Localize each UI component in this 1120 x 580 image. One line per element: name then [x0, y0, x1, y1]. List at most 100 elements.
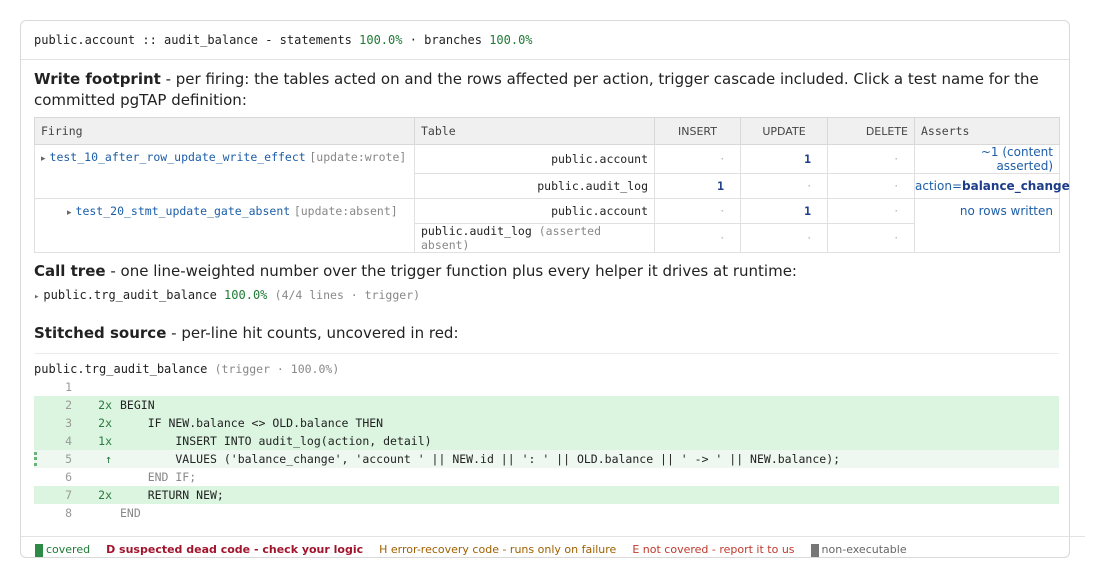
- code-text: BEGIN: [120, 398, 155, 412]
- update-count: 1: [740, 144, 828, 174]
- line-number: 7: [65, 488, 72, 502]
- legend-not-covered: E not covered - report it to us: [632, 543, 795, 557]
- write-footprint-table: Firing Table INSERT UPDATE DELETE Assert…: [34, 117, 1070, 253]
- line-number: 6: [65, 470, 72, 484]
- source-line: 1: [34, 378, 1059, 396]
- delete-count: ·: [827, 223, 915, 253]
- firing-tag: [update:wrote]: [309, 150, 407, 164]
- test-link[interactable]: test_20_stmt_update_gate_absent: [76, 204, 291, 218]
- legend-covered: covered: [35, 543, 90, 557]
- nonexec-swatch: [810, 543, 819, 557]
- code-text: RETURN NEW;: [120, 488, 224, 502]
- hit-count: 2x: [98, 398, 112, 412]
- footprint-title: Write footprint: [34, 70, 161, 88]
- calltree-heading: Call tree - one line-weighted number ove…: [34, 261, 797, 282]
- code-text: END IF;: [120, 470, 197, 484]
- source-heading: Stitched source - per-line hit counts, u…: [34, 323, 459, 344]
- col-table: Table: [414, 117, 655, 145]
- target-name: public.account :: audit_balance: [34, 33, 258, 47]
- update-count: ·: [740, 223, 828, 253]
- source-line: 8 END: [34, 504, 1059, 522]
- continuation-marker: [34, 452, 40, 466]
- source-line: 5 ↑ VALUES ('balance_change', 'account ' …: [34, 450, 1059, 468]
- asserts-cell: action=balance_change: [914, 173, 1070, 199]
- code-text: END: [120, 506, 141, 520]
- legend-dead: D suspected dead code - check your logic: [106, 543, 364, 557]
- calltree-detail: (4/4 lines · trigger): [274, 288, 421, 302]
- calltree-fn: public.trg_audit_balance: [43, 288, 217, 302]
- col-insert: INSERT: [654, 117, 741, 145]
- caret-right-icon[interactable]: ▸: [41, 154, 46, 164]
- table-name: public.account: [414, 144, 655, 174]
- line-number: 2: [65, 398, 72, 412]
- legend-nonexec-label: non-executable: [821, 543, 907, 556]
- source-line: 7 2x RETURN NEW;: [34, 486, 1059, 504]
- col-delete: DELETE: [827, 117, 915, 145]
- caret-right-icon[interactable]: ▸: [67, 208, 72, 218]
- code-text: IF NEW.balance <> OLD.balance THEN: [120, 416, 384, 430]
- statements-pct: 100.0%: [359, 33, 403, 47]
- calltree-pct: 100.0%: [224, 288, 268, 302]
- update-count: 1: [740, 198, 828, 224]
- source-line: 2 2x BEGIN: [34, 396, 1059, 414]
- hit-count: ↑: [105, 452, 112, 466]
- col-asserts: Asserts: [914, 117, 1060, 145]
- col-firing: Firing: [34, 117, 415, 145]
- update-count: ·: [740, 173, 828, 199]
- legend: covered D suspected dead code - check yo…: [21, 536, 1085, 557]
- code-text: VALUES ('balance_change', 'account ' || …: [120, 452, 841, 466]
- header-sep-2: · branches: [402, 33, 490, 47]
- branches-pct: 100.0%: [489, 33, 533, 47]
- asserts-cell: ~1 (content asserted): [914, 144, 1060, 174]
- line-number: 3: [65, 416, 72, 430]
- source-title: Stitched source: [34, 324, 167, 342]
- firing-cell: ▸ test_10_after_row_update_write_effect […: [34, 144, 415, 199]
- asserts-cell: no rows written: [914, 198, 1060, 253]
- test-link[interactable]: test_10_after_row_update_write_effect: [50, 150, 306, 164]
- table-name: public.audit_log (asserted absent): [414, 223, 655, 253]
- caret-right-icon[interactable]: ▸: [34, 292, 39, 302]
- footprint-heading: Write footprint - per firing: the tables…: [34, 69, 1054, 111]
- delete-count: ·: [827, 198, 915, 224]
- insert-count: ·: [654, 198, 741, 224]
- source-file-header: public.trg_audit_balance (trigger · 100.…: [34, 353, 1059, 376]
- table-name: public.audit_log: [414, 173, 655, 199]
- calltree-title: Call tree: [34, 262, 106, 280]
- footprint-desc: - per firing: the tables acted on and th…: [34, 70, 1039, 109]
- firing-cell: ▸ test_20_stmt_update_gate_absent [update…: [34, 198, 415, 253]
- source-listing: 1 2 2x BEGIN 3 2x IF NEW.balance <> OLD.balan…: [34, 378, 1059, 522]
- insert-count: ·: [654, 223, 741, 253]
- table-row: ▸ test_20_stmt_update_gate_absent [update…: [34, 198, 1060, 253]
- delete-count: ·: [827, 173, 915, 199]
- coverage-report-card: public.account :: audit_balance - statem…: [20, 20, 1085, 558]
- insert-count: 1: [654, 173, 741, 199]
- table-header-row: Firing Table INSERT UPDATE DELETE Assert…: [34, 117, 1060, 145]
- table-name: public.account: [414, 198, 655, 224]
- col-update: UPDATE: [740, 117, 828, 145]
- report-header: public.account :: audit_balance - statem…: [21, 21, 1069, 60]
- covered-swatch: [35, 543, 43, 557]
- legend-error: H error-recovery code - runs only on fai…: [379, 543, 617, 557]
- hit-count: 1x: [98, 434, 112, 448]
- source-desc: - per-line hit counts, uncovered in red:: [166, 324, 459, 342]
- calltree-entry[interactable]: ▸ public.trg_audit_balance 100.0% (4/4 li…: [34, 288, 420, 302]
- legend-nonexec: non-executable: [810, 543, 907, 557]
- source-detail: (trigger · 100.0%): [214, 362, 340, 376]
- firing-tag: [update:absent]: [293, 204, 398, 218]
- header-sep: - statements: [257, 33, 360, 47]
- table-name-text: public.audit_log: [421, 224, 532, 238]
- assert-key: action=: [915, 179, 962, 193]
- line-number: 1: [65, 380, 72, 394]
- insert-count: ·: [654, 144, 741, 174]
- line-number: 8: [65, 506, 72, 520]
- source-line: 6 END IF;: [34, 468, 1059, 486]
- legend-covered-label: covered: [46, 543, 91, 556]
- hit-count: 2x: [98, 416, 112, 430]
- source-fn: public.trg_audit_balance: [34, 362, 208, 376]
- source-line: 4 1x INSERT INTO audit_log(action, detail…: [34, 432, 1059, 450]
- delete-count: ·: [827, 144, 915, 174]
- source-line: 3 2x IF NEW.balance <> OLD.balance THEN: [34, 414, 1059, 432]
- hit-count: 2x: [98, 488, 112, 502]
- code-text: INSERT INTO audit_log(action, detail): [120, 434, 432, 448]
- table-row: ▸ test_10_after_row_update_write_effect […: [34, 144, 1060, 199]
